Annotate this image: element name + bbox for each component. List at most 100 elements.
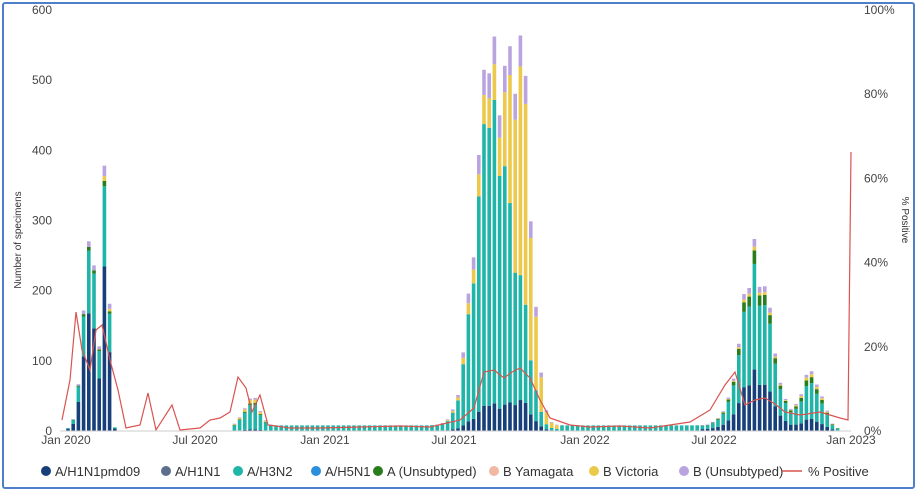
- bar-segment: [492, 36, 497, 65]
- bar-segment: [638, 425, 642, 431]
- bar-segment: [737, 343, 741, 348]
- bar-segment: [71, 423, 75, 431]
- y2-tick-label: 20%: [864, 340, 888, 354]
- bar-segment: [778, 415, 783, 431]
- bar-segment: [92, 265, 96, 271]
- bar-segment: [799, 423, 803, 431]
- bar-segment: [471, 269, 476, 284]
- bar-segment: [497, 115, 502, 138]
- bar-segment: [737, 347, 741, 349]
- bar-segment: [461, 357, 465, 365]
- bar-segment: [81, 310, 86, 315]
- bar-segment: [523, 103, 528, 305]
- bar-segment: [820, 424, 824, 431]
- bar-segment: [87, 250, 91, 314]
- bar-segment: [685, 425, 689, 431]
- bar-segment: [513, 272, 517, 406]
- bar-segment: [258, 414, 263, 416]
- bar-segment: [721, 412, 725, 414]
- y-tick-label: 500: [32, 73, 52, 87]
- bar-segment: [737, 348, 741, 356]
- bar-segment: [825, 414, 829, 427]
- bar-segment: [809, 371, 814, 375]
- bar-segment: [555, 425, 559, 429]
- bar-segment: [825, 410, 829, 412]
- legend-swatch: [373, 466, 383, 476]
- bar-segment: [71, 419, 75, 420]
- bar-segment: [487, 73, 491, 99]
- bar-segment: [440, 424, 445, 431]
- bar-segment: [721, 412, 725, 413]
- x-tick-label: Jan 2020: [41, 433, 91, 447]
- stacked-bar-chart: 0100200300400500600 0%20%40%60%80%100% J…: [13, 3, 910, 479]
- bar-segment: [492, 403, 497, 431]
- bar-segment: [789, 408, 793, 410]
- bar-segment: [513, 119, 517, 273]
- bar-segment: [76, 386, 81, 402]
- bar-segment: [347, 425, 351, 431]
- y-tick-label: 400: [32, 143, 52, 157]
- x-tick-label: Jan 2022: [560, 433, 610, 447]
- bar-segment: [763, 384, 767, 431]
- bar-segment: [804, 419, 809, 431]
- bar-segment: [107, 313, 112, 353]
- bar-segment: [773, 406, 777, 431]
- bar-segment: [81, 314, 86, 317]
- bar-segment: [825, 411, 829, 413]
- bar-segment: [804, 377, 809, 381]
- bar-segment: [549, 422, 554, 429]
- bar-segment: [357, 425, 361, 431]
- bar-segment: [518, 35, 523, 67]
- bar-segment: [492, 64, 497, 100]
- bar-segment: [555, 424, 559, 426]
- bar-segment: [794, 408, 798, 425]
- bar-segment: [815, 389, 819, 394]
- legend-label: A/H5N1: [325, 464, 371, 479]
- bar-segment: [232, 423, 237, 425]
- bar-segment: [763, 305, 767, 385]
- bar-segment: [773, 358, 777, 364]
- bar-segment: [809, 374, 814, 378]
- legend-swatch: [161, 466, 171, 476]
- bar-segment: [102, 176, 107, 181]
- x-tick-label: Jul 2021: [431, 433, 477, 447]
- bar-segment: [503, 65, 507, 93]
- bar-segment: [539, 377, 543, 412]
- bar-segment: [97, 346, 101, 350]
- bar-segment: [783, 398, 788, 401]
- bar-segment: [482, 69, 486, 96]
- bar-segment: [669, 425, 673, 431]
- bar-segment: [232, 425, 237, 431]
- legend-swatch: [589, 466, 599, 476]
- x-tick-label: Jan 2021: [300, 433, 350, 447]
- bar-segment: [362, 425, 367, 431]
- bar-segment: [237, 417, 242, 420]
- bar-segment: [539, 411, 543, 427]
- bar-segment: [523, 75, 528, 104]
- bar-segment: [451, 409, 455, 411]
- bar-segment: [466, 303, 471, 315]
- bar-segment: [352, 425, 356, 431]
- x-tick-label: Jan 2023: [826, 433, 876, 447]
- bar-segment: [243, 409, 247, 412]
- bar-segment: [763, 292, 767, 295]
- bar-segment: [243, 411, 247, 413]
- bar-segment: [763, 286, 767, 293]
- bar-segment: [799, 394, 803, 397]
- bar-segment: [731, 380, 736, 382]
- bar-segment: [815, 384, 819, 387]
- bar-segment: [711, 423, 715, 429]
- bar-segment: [102, 165, 107, 177]
- y-axis-title: Number of specimens: [13, 191, 24, 288]
- bar-segment: [102, 186, 107, 267]
- bars-group: [66, 35, 840, 432]
- bar-segment: [87, 241, 91, 247]
- bar-segment: [570, 425, 575, 431]
- y2-tick-label: 60%: [864, 171, 888, 185]
- y2-axis-title: % Positive: [899, 197, 910, 244]
- bar-segment: [742, 387, 746, 431]
- bar-segment: [445, 419, 450, 421]
- bar-segment: [471, 418, 476, 431]
- bar-segment: [113, 427, 117, 429]
- bar-segment: [789, 409, 793, 411]
